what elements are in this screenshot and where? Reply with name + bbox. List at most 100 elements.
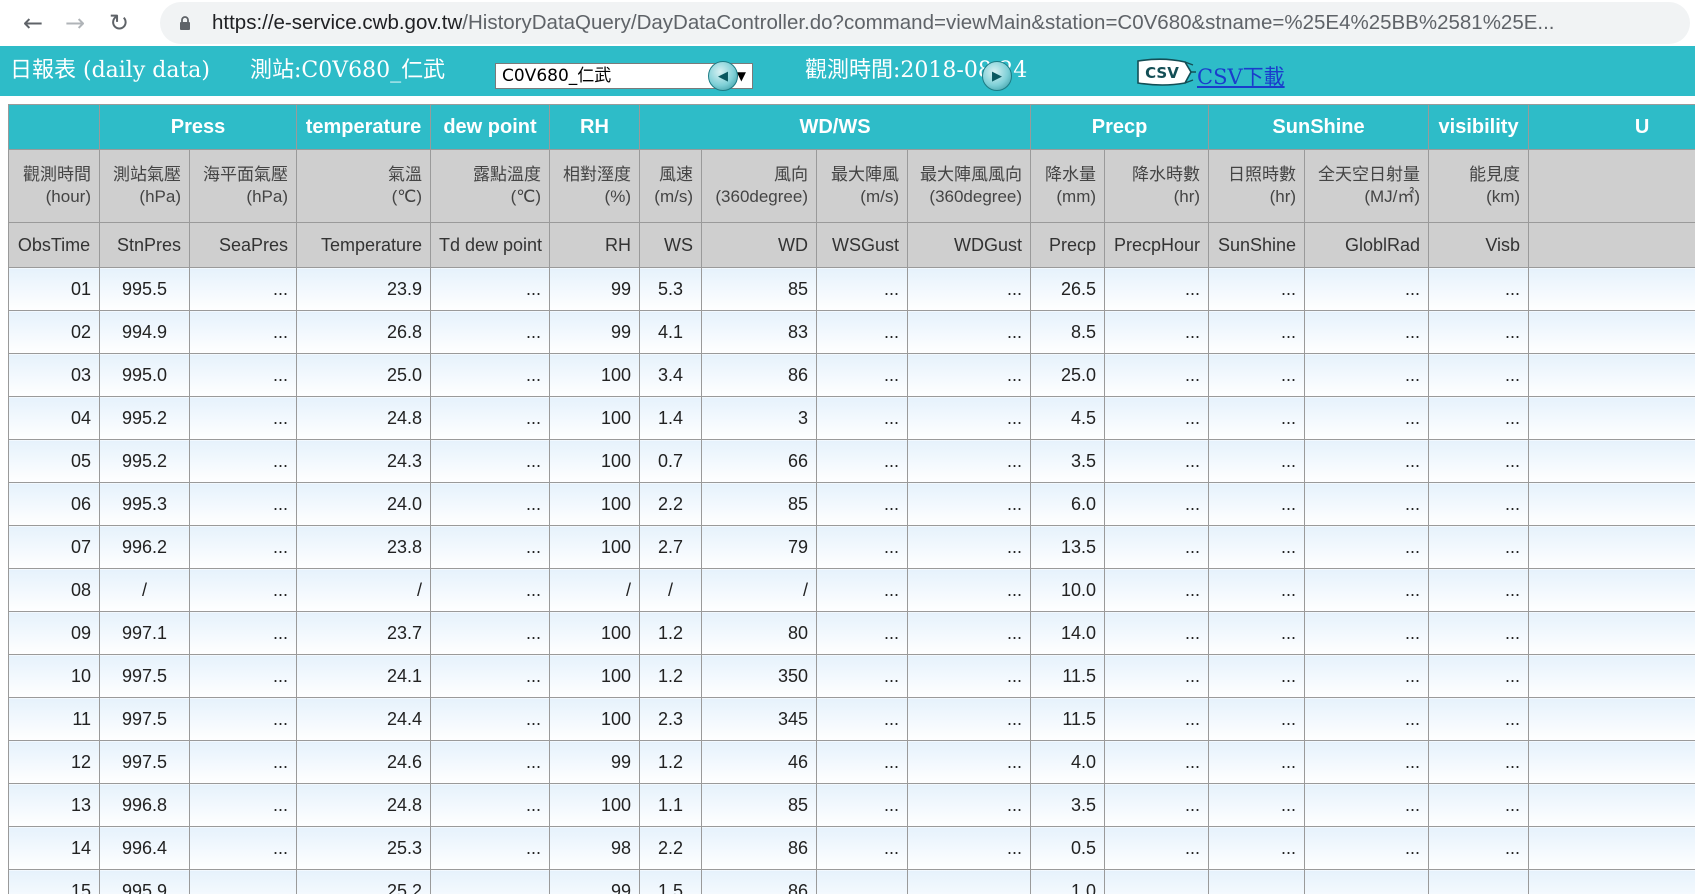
table-cell: ... — [1428, 439, 1530, 483]
table-cell: 100 — [549, 525, 640, 569]
table-cell: 23.9 — [296, 267, 431, 311]
table-cell: 4.5 — [1030, 396, 1106, 440]
table-cell: ... — [1104, 740, 1210, 784]
table-cell: 79 — [701, 525, 817, 569]
table-row: 13 996.8... 24.8... 100 1.1 85...... 3.5......… — [8, 783, 1695, 827]
table-cell: ... — [1304, 353, 1430, 397]
table-cell: ... — [816, 396, 908, 440]
prev-day-icon: ◀ — [718, 68, 728, 84]
table-row: 11 997.5... 24.4... 100 2.3 345...... 11.5....… — [8, 697, 1695, 741]
column-description-13: 全天空日射量 (MJ/㎡) — [1304, 149, 1430, 223]
table-cell — [1528, 654, 1695, 698]
table-cell — [1528, 525, 1695, 569]
table-cell: ... — [1428, 525, 1530, 569]
table-cell: / — [549, 568, 640, 612]
table-cell: ... — [1208, 482, 1306, 526]
table-cell: ... — [1208, 869, 1306, 894]
column-label-zh: 日照時數 — [1228, 165, 1297, 184]
url-text[interactable]: https://e-service.cwb.gov.tw/HistoryData… — [212, 2, 1554, 44]
column-label-zh: 測站氣壓 — [113, 165, 181, 184]
forward-arrow-icon[interactable]: → — [56, 4, 94, 42]
table-cell — [1528, 826, 1695, 870]
table-cell: ... — [1208, 267, 1306, 311]
table-cell — [1528, 482, 1695, 526]
lock-icon — [180, 16, 190, 30]
back-arrow-icon[interactable]: ← — [14, 4, 52, 42]
column-description-3: 氣溫 (℃) — [296, 149, 431, 223]
table-cell: 995.5 — [99, 267, 190, 311]
column-label-zh: 全天空日射量 — [1318, 165, 1421, 184]
table-cell: 6.0 — [1030, 482, 1106, 526]
table-cell — [1528, 353, 1695, 397]
table-cell: 23.8 — [296, 525, 431, 569]
table-cell: 3.5 — [1030, 439, 1106, 483]
table-cell: 11.5 — [1030, 697, 1106, 741]
table-cell: ... — [430, 482, 550, 526]
table-cell: ... — [906, 654, 1032, 698]
table-cell: ... — [1304, 826, 1430, 870]
column-description-1: 測站氣壓 (hPa) — [99, 149, 190, 223]
table-cell: ... — [189, 267, 297, 311]
table-cell: ... — [1104, 654, 1210, 698]
group-header-precp: Precp — [1030, 104, 1210, 150]
table-cell: ... — [1208, 310, 1306, 354]
table-cell: ... — [1104, 783, 1210, 827]
table-cell: 2.2 — [639, 482, 702, 526]
table-cell: ... — [430, 396, 550, 440]
table-cell: 995.0 — [99, 353, 190, 397]
table-cell: ... — [1428, 267, 1530, 311]
table-row: 08/... /... / / /...... 10.0............ — [8, 568, 1695, 612]
report-title: 日報表 (daily data) — [10, 58, 211, 83]
table-cell: ... — [816, 267, 908, 311]
table-cell: 25.0 — [296, 353, 431, 397]
column-unit: (hr) — [1269, 187, 1297, 206]
table-cell: 24.8 — [296, 783, 431, 827]
table-cell: ... — [189, 654, 297, 698]
table-cell: / — [296, 568, 431, 612]
table-cell: 24.6 — [296, 740, 431, 784]
column-description-10: 降水量 (mm) — [1030, 149, 1106, 223]
table-cell: ... — [189, 310, 297, 354]
table-cell: ... — [816, 783, 908, 827]
address-bar[interactable]: https://e-service.cwb.gov.tw/HistoryData… — [160, 2, 1690, 44]
table-cell: 995.2 — [99, 396, 190, 440]
table-cell: ... — [1304, 611, 1430, 655]
table-cell: ... — [189, 482, 297, 526]
prev-day-button[interactable]: ◀ — [708, 61, 738, 91]
table-cell: 996.8 — [99, 783, 190, 827]
chevron-down-icon: ▼ — [736, 69, 746, 83]
column-label-zh: 相對溼度 — [563, 165, 631, 184]
csv-file-icon[interactable]: CSV — [1135, 57, 1197, 87]
column-label-zh: 氣溫 — [388, 165, 422, 184]
column-description-4: 露點溫度 (℃) — [430, 149, 550, 223]
column-code-8: WSGust — [816, 222, 908, 268]
table-cell: ... — [816, 697, 908, 741]
table-cell: ... — [1428, 310, 1530, 354]
table-cell: 10 — [8, 654, 100, 698]
table-cell: ... — [1428, 353, 1530, 397]
table-cell: ... — [816, 568, 908, 612]
table-cell: 24.4 — [296, 697, 431, 741]
table-cell: 24.0 — [296, 482, 431, 526]
table-cell: 100 — [549, 654, 640, 698]
table-cell: ... — [816, 525, 908, 569]
column-description-6: 風速 (m/s) — [639, 149, 702, 223]
csv-download-link[interactable]: CSV下載 — [1197, 60, 1285, 94]
table-row: 12 997.5... 24.6... 99 1.2 46...... 4.0.......… — [8, 740, 1695, 784]
browser-toolbar: ← → ↻ https://e-service.cwb.gov.tw/Histo… — [0, 0, 1695, 46]
table-cell: ... — [430, 525, 550, 569]
table-cell — [1528, 611, 1695, 655]
url-path: /HistoryDataQuery/DayDataController.do?c… — [462, 11, 1555, 34]
table-cell: ... — [430, 611, 550, 655]
table-cell: ... — [906, 869, 1032, 894]
table-cell: ... — [906, 525, 1032, 569]
column-label-zh: 降水時數 — [1132, 165, 1201, 184]
table-cell: 996.4 — [99, 826, 190, 870]
next-day-button[interactable]: ▶ — [982, 61, 1012, 91]
table-cell: ... — [430, 439, 550, 483]
column-code-14: Visb — [1428, 222, 1530, 268]
table-cell: 4.0 — [1030, 740, 1106, 784]
column-code-2: SeaPres — [189, 222, 297, 268]
next-day-icon: ▶ — [992, 68, 1002, 84]
reload-icon[interactable]: ↻ — [100, 4, 138, 42]
